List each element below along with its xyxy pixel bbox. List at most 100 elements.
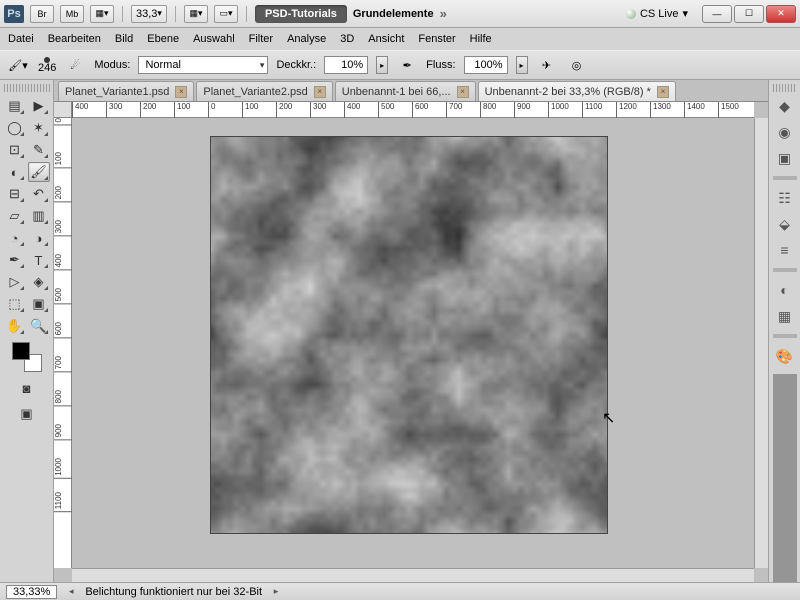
panel-contrast-icon[interactable]: ◐	[773, 278, 797, 302]
cslive-icon	[626, 9, 636, 19]
menu-filter[interactable]: Filter	[249, 33, 273, 45]
tool-heal[interactable]: ◐	[4, 162, 26, 182]
status-prev[interactable]: ◂	[65, 586, 77, 597]
tool-blur[interactable]: ◔	[4, 228, 26, 248]
panel-grip[interactable]	[773, 84, 797, 92]
maximize-button[interactable]: ☐	[734, 5, 764, 23]
brush-tool-icon[interactable]: 🖌▾	[6, 54, 30, 76]
document-tab[interactable]: Planet_Variante2.psd ×	[196, 81, 332, 101]
tool-zoom[interactable]: 🔍	[28, 316, 50, 336]
tab-label: Unbenannt-2 bei 33,3% (RGB/8) *	[485, 86, 651, 98]
brush-size-label: 246	[38, 63, 56, 74]
foreground-swatch[interactable]	[12, 342, 30, 360]
mode-select[interactable]: Normal	[138, 56, 268, 74]
cs-live[interactable]: CS Live ▾	[626, 7, 688, 20]
document-canvas[interactable]	[210, 136, 608, 534]
status-next[interactable]: ▸	[270, 586, 282, 597]
tab-close-icon[interactable]: ×	[457, 86, 469, 98]
tab-close-icon[interactable]: ×	[175, 86, 187, 98]
document-tab[interactable]: Unbenannt-2 bei 33,3% (RGB/8) * ×	[478, 81, 676, 101]
tab-close-icon[interactable]: ×	[657, 86, 669, 98]
tool-dodge[interactable]: ◑	[28, 228, 50, 248]
view-extra-2[interactable]: ▭▾	[214, 5, 238, 23]
tool-grad[interactable]: ▥	[28, 206, 50, 226]
panel-dock: ◆ ◉ ▣ ☷ ⬙ ≡ ◐ ▦ 🎨	[768, 80, 800, 582]
menu-fenster[interactable]: Fenster	[418, 33, 455, 45]
tool-3dcam[interactable]: ▣	[28, 294, 50, 314]
window-controls: — ☐ ✕	[702, 5, 796, 23]
tab-close-icon[interactable]: ×	[314, 86, 326, 98]
tab-label: Planet_Variante2.psd	[203, 86, 307, 98]
quickmask-toggle[interactable]: ◙	[16, 378, 38, 398]
brush-panel-toggle[interactable]: ☄	[64, 55, 86, 75]
panel-adjust-icon[interactable]: ☷	[773, 186, 797, 210]
workspace-preset[interactable]: PSD-Tutorials	[255, 5, 347, 23]
tool-direct[interactable]: ▶	[28, 96, 50, 116]
opacity-slider[interactable]: ▸	[376, 56, 388, 74]
tool-stamp[interactable]: ⊟	[4, 184, 26, 204]
ruler-vertical[interactable]: 010020030040050060070080090010001100	[54, 118, 72, 568]
color-swatches[interactable]	[12, 342, 42, 372]
panel-mask-icon[interactable]: ⬙	[773, 212, 797, 236]
menu-auswahl[interactable]: Auswahl	[193, 33, 235, 45]
opacity-input[interactable]: 10%	[324, 56, 368, 74]
tool-pen[interactable]: ✒	[4, 250, 26, 270]
tool-lasso[interactable]: ◯	[4, 118, 26, 138]
tool-history[interactable]: ↶	[28, 184, 50, 204]
toolbox-grip[interactable]	[4, 84, 50, 92]
minimize-button[interactable]: —	[702, 5, 732, 23]
ruler-origin[interactable]	[54, 102, 72, 118]
close-button[interactable]: ✕	[766, 5, 796, 23]
screenmode-toggle[interactable]: ▣	[16, 404, 38, 424]
menu-bar: Datei Bearbeiten Bild Ebene Auswahl Filter Ana…	[0, 28, 800, 50]
menu-ansicht[interactable]: Ansicht	[368, 33, 404, 45]
tool-path[interactable]: ▷	[4, 272, 26, 292]
menu-datei[interactable]: Datei	[8, 33, 34, 45]
flow-input[interactable]: 100%	[464, 56, 508, 74]
tool-move[interactable]: ▤	[4, 96, 26, 116]
opacity-pressure-toggle[interactable]: ✒	[396, 55, 418, 75]
tab-label: Planet_Variante1.psd	[65, 86, 169, 98]
canvas-wrap: 4003002001000100200300400500600700800900…	[54, 102, 768, 582]
panel-char-icon[interactable]: ≡	[773, 238, 797, 262]
zoom-dropdown[interactable]: 33,3 ▾	[131, 5, 167, 23]
mode-label: Modus:	[94, 59, 130, 71]
panel-spacer	[773, 374, 797, 582]
document-tab[interactable]: Unbenannt-1 bei 66,...×	[335, 81, 476, 101]
flow-slider[interactable]: ▸	[516, 56, 528, 74]
tool-3d[interactable]: ⬚	[4, 294, 26, 314]
view-extra-1[interactable]: ▦▾	[184, 5, 208, 23]
menu-bearbeiten[interactable]: Bearbeiten	[48, 33, 101, 45]
panel-swatch-icon[interactable]: ◉	[773, 120, 797, 144]
brush-preset[interactable]: 246	[38, 57, 56, 74]
tool-crop[interactable]: ⊡	[4, 140, 26, 160]
panel-styles-icon[interactable]: ▣	[773, 146, 797, 170]
airbrush-toggle[interactable]: ✈	[536, 55, 558, 75]
scrollbar-vertical[interactable]	[754, 118, 768, 568]
layout-button[interactable]: ▦▾	[90, 5, 114, 23]
tool-shape[interactable]: ◈	[28, 272, 50, 292]
menu-ebene[interactable]: Ebene	[147, 33, 179, 45]
menu-hilfe[interactable]: Hilfe	[470, 33, 492, 45]
ruler-horizontal[interactable]: 4003002001000100200300400500600700800900…	[72, 102, 754, 118]
minibridge-button[interactable]: Mb	[60, 5, 84, 23]
document-tab[interactable]: Planet_Variante1.psd ×	[58, 81, 194, 101]
tool-eyedrop[interactable]: ✎	[28, 140, 50, 160]
tablet-pressure-toggle[interactable]: ◎	[566, 55, 588, 75]
panel-color-icon[interactable]: ◆	[773, 94, 797, 118]
tool-magic[interactable]: ✶	[28, 118, 50, 138]
workspace-name[interactable]: Grundelemente	[353, 8, 434, 20]
tool-eraser[interactable]: ▱	[4, 206, 26, 226]
menu-3d[interactable]: 3D	[340, 33, 354, 45]
panel-histo-icon[interactable]: ▦	[773, 304, 797, 328]
panel-layers-icon[interactable]: 🎨	[773, 344, 797, 368]
workspace-more-icon[interactable]: »	[440, 6, 447, 21]
tool-hand[interactable]: ✋	[4, 316, 26, 336]
scrollbar-horizontal[interactable]	[72, 568, 754, 582]
menu-bild[interactable]: Bild	[115, 33, 133, 45]
status-zoom[interactable]: 33,33%	[6, 585, 57, 599]
tool-brush[interactable]: 🖌	[28, 162, 50, 182]
tool-type[interactable]: T	[28, 250, 50, 270]
menu-analyse[interactable]: Analyse	[287, 33, 326, 45]
bridge-button[interactable]: Br	[30, 5, 54, 23]
